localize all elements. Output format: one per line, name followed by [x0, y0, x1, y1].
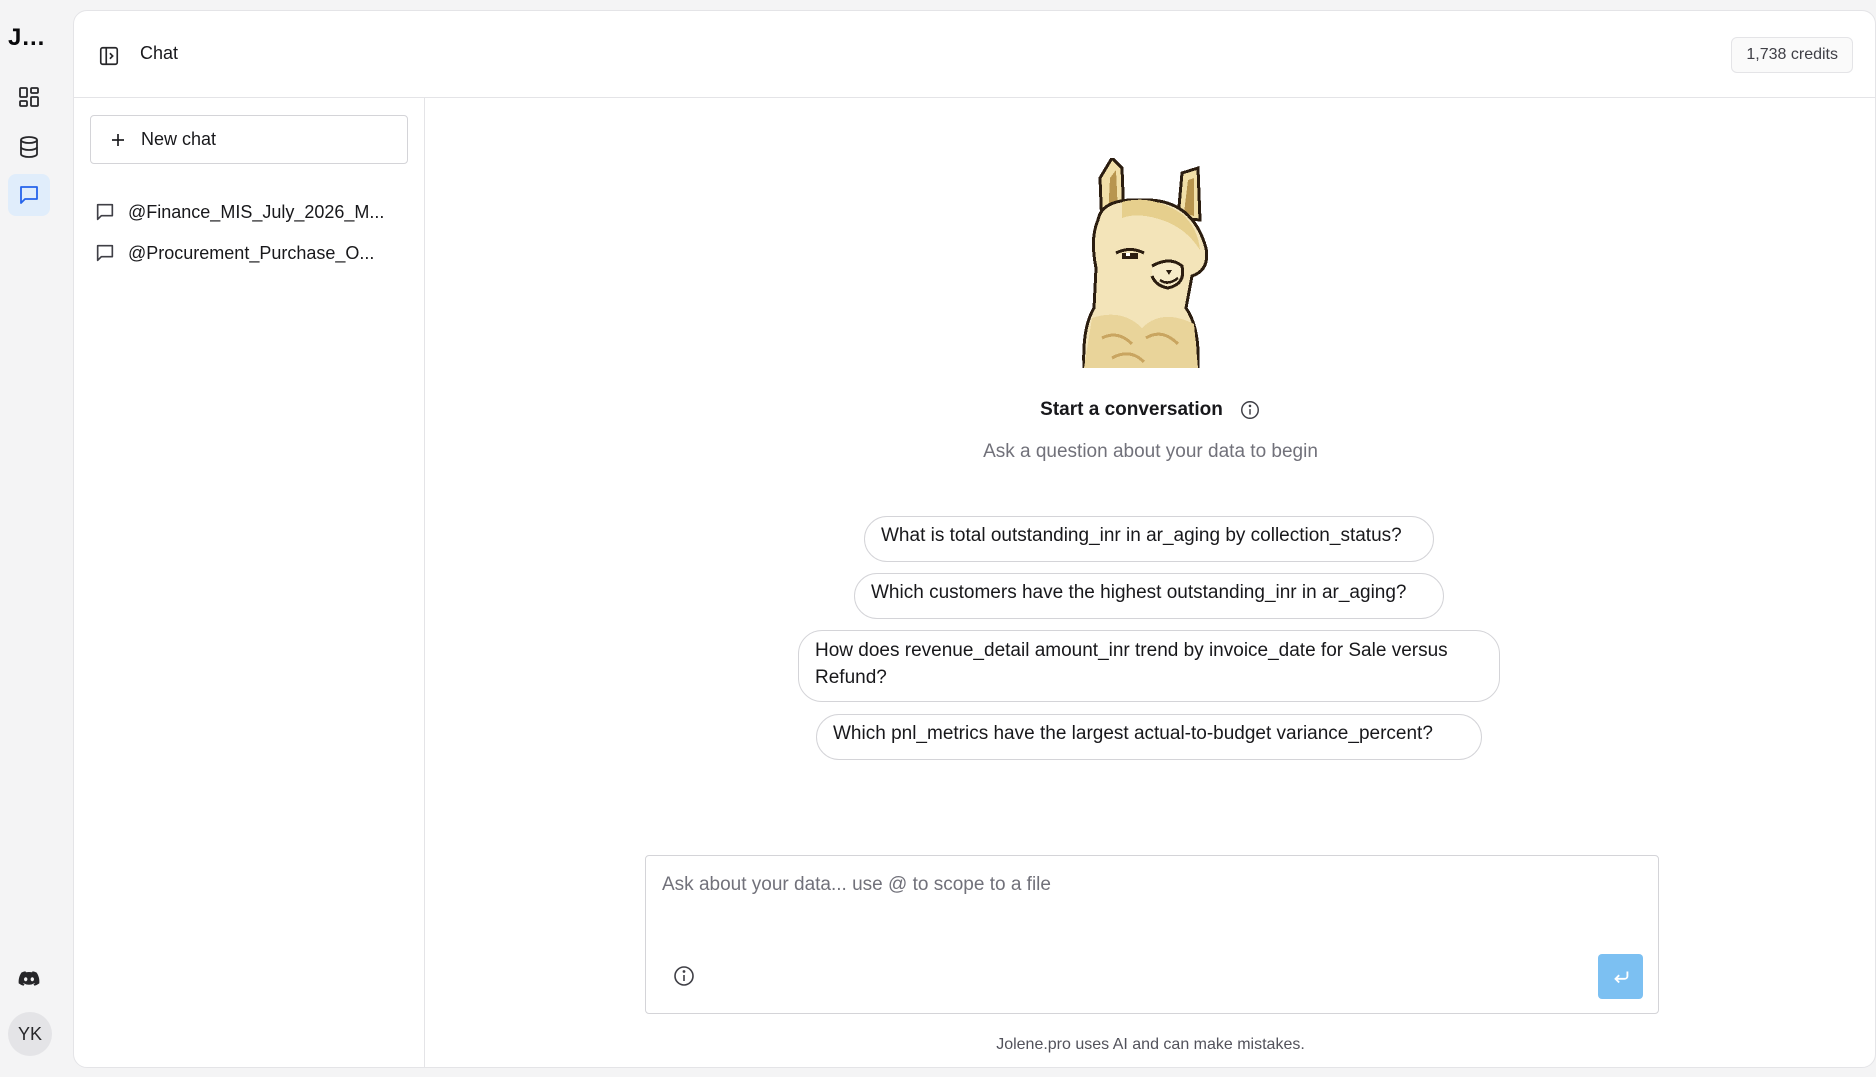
plus-icon: [112, 133, 124, 146]
suggestion-chip[interactable]: What is total outstanding_inr in ar_agin…: [864, 516, 1434, 562]
info-icon: [1240, 401, 1259, 419]
chat-list-item-label: @Finance_MIS_July_2026_M...: [128, 201, 385, 222]
user-avatar[interactable]: YK: [8, 1012, 52, 1056]
chat-bubble-icon: [96, 244, 114, 262]
new-chat-button[interactable]: New chat: [90, 115, 408, 164]
empty-state-title: Start a conversation: [1040, 399, 1223, 420]
app-rail: J... YK: [0, 0, 72, 1077]
chat-icon: [20, 186, 38, 204]
chat-bubble-icon: [96, 203, 114, 221]
credits-badge[interactable]: 1,738 credits: [1731, 37, 1853, 73]
send-button[interactable]: [1598, 954, 1643, 999]
composer-info-button[interactable]: [672, 964, 696, 988]
suggestion-chip[interactable]: Which pnl_metrics have the largest actua…: [816, 714, 1482, 760]
chat-list-item[interactable]: @Finance_MIS_July_2026_M...: [94, 194, 394, 230]
nav-data[interactable]: [8, 126, 50, 168]
chat-list-item[interactable]: @Procurement_Purchase_O...: [94, 235, 394, 271]
nav-dashboard[interactable]: [8, 76, 50, 118]
top-header: Chat 1,738 credits: [74, 11, 1875, 98]
llama-mascot: [1082, 158, 1209, 368]
chat-list-panel: New chat @Finance_MIS_July_2026_M... @Pr…: [74, 98, 425, 1067]
info-button[interactable]: [1239, 399, 1261, 421]
ai-disclaimer: Jolene.pro uses AI and can make mistakes…: [996, 1036, 1305, 1053]
main-card: Chat 1,738 credits New chat @Finance_MIS…: [73, 10, 1876, 1068]
message-composer: [645, 855, 1659, 1014]
empty-state-header: Start a conversation: [426, 399, 1875, 421]
dashboard-icon: [19, 87, 39, 107]
discord-icon: [18, 971, 40, 986]
suggestion-chip[interactable]: How does revenue_detail amount_inr trend…: [798, 630, 1500, 702]
brand-logo[interactable]: J...: [8, 24, 45, 52]
sidebar-toggle-button[interactable]: [96, 43, 122, 69]
conversation-area: Start a conversation Ask a question abou…: [426, 98, 1875, 1067]
enter-icon: [1613, 971, 1628, 983]
nav-chat[interactable]: [8, 174, 50, 216]
empty-state-subtitle: Ask a question about your data to begin: [983, 441, 1318, 462]
new-chat-label: New chat: [141, 129, 217, 149]
info-icon: [674, 966, 694, 986]
message-input[interactable]: [662, 874, 1622, 914]
page-title: Chat: [140, 43, 179, 63]
database-icon: [20, 136, 38, 158]
sidebar-toggle-icon: [99, 46, 119, 66]
chat-list-item-label: @Procurement_Purchase_O...: [128, 242, 375, 263]
discord-link[interactable]: [8, 958, 50, 1000]
suggestion-chip[interactable]: Which customers have the highest outstan…: [854, 573, 1444, 619]
